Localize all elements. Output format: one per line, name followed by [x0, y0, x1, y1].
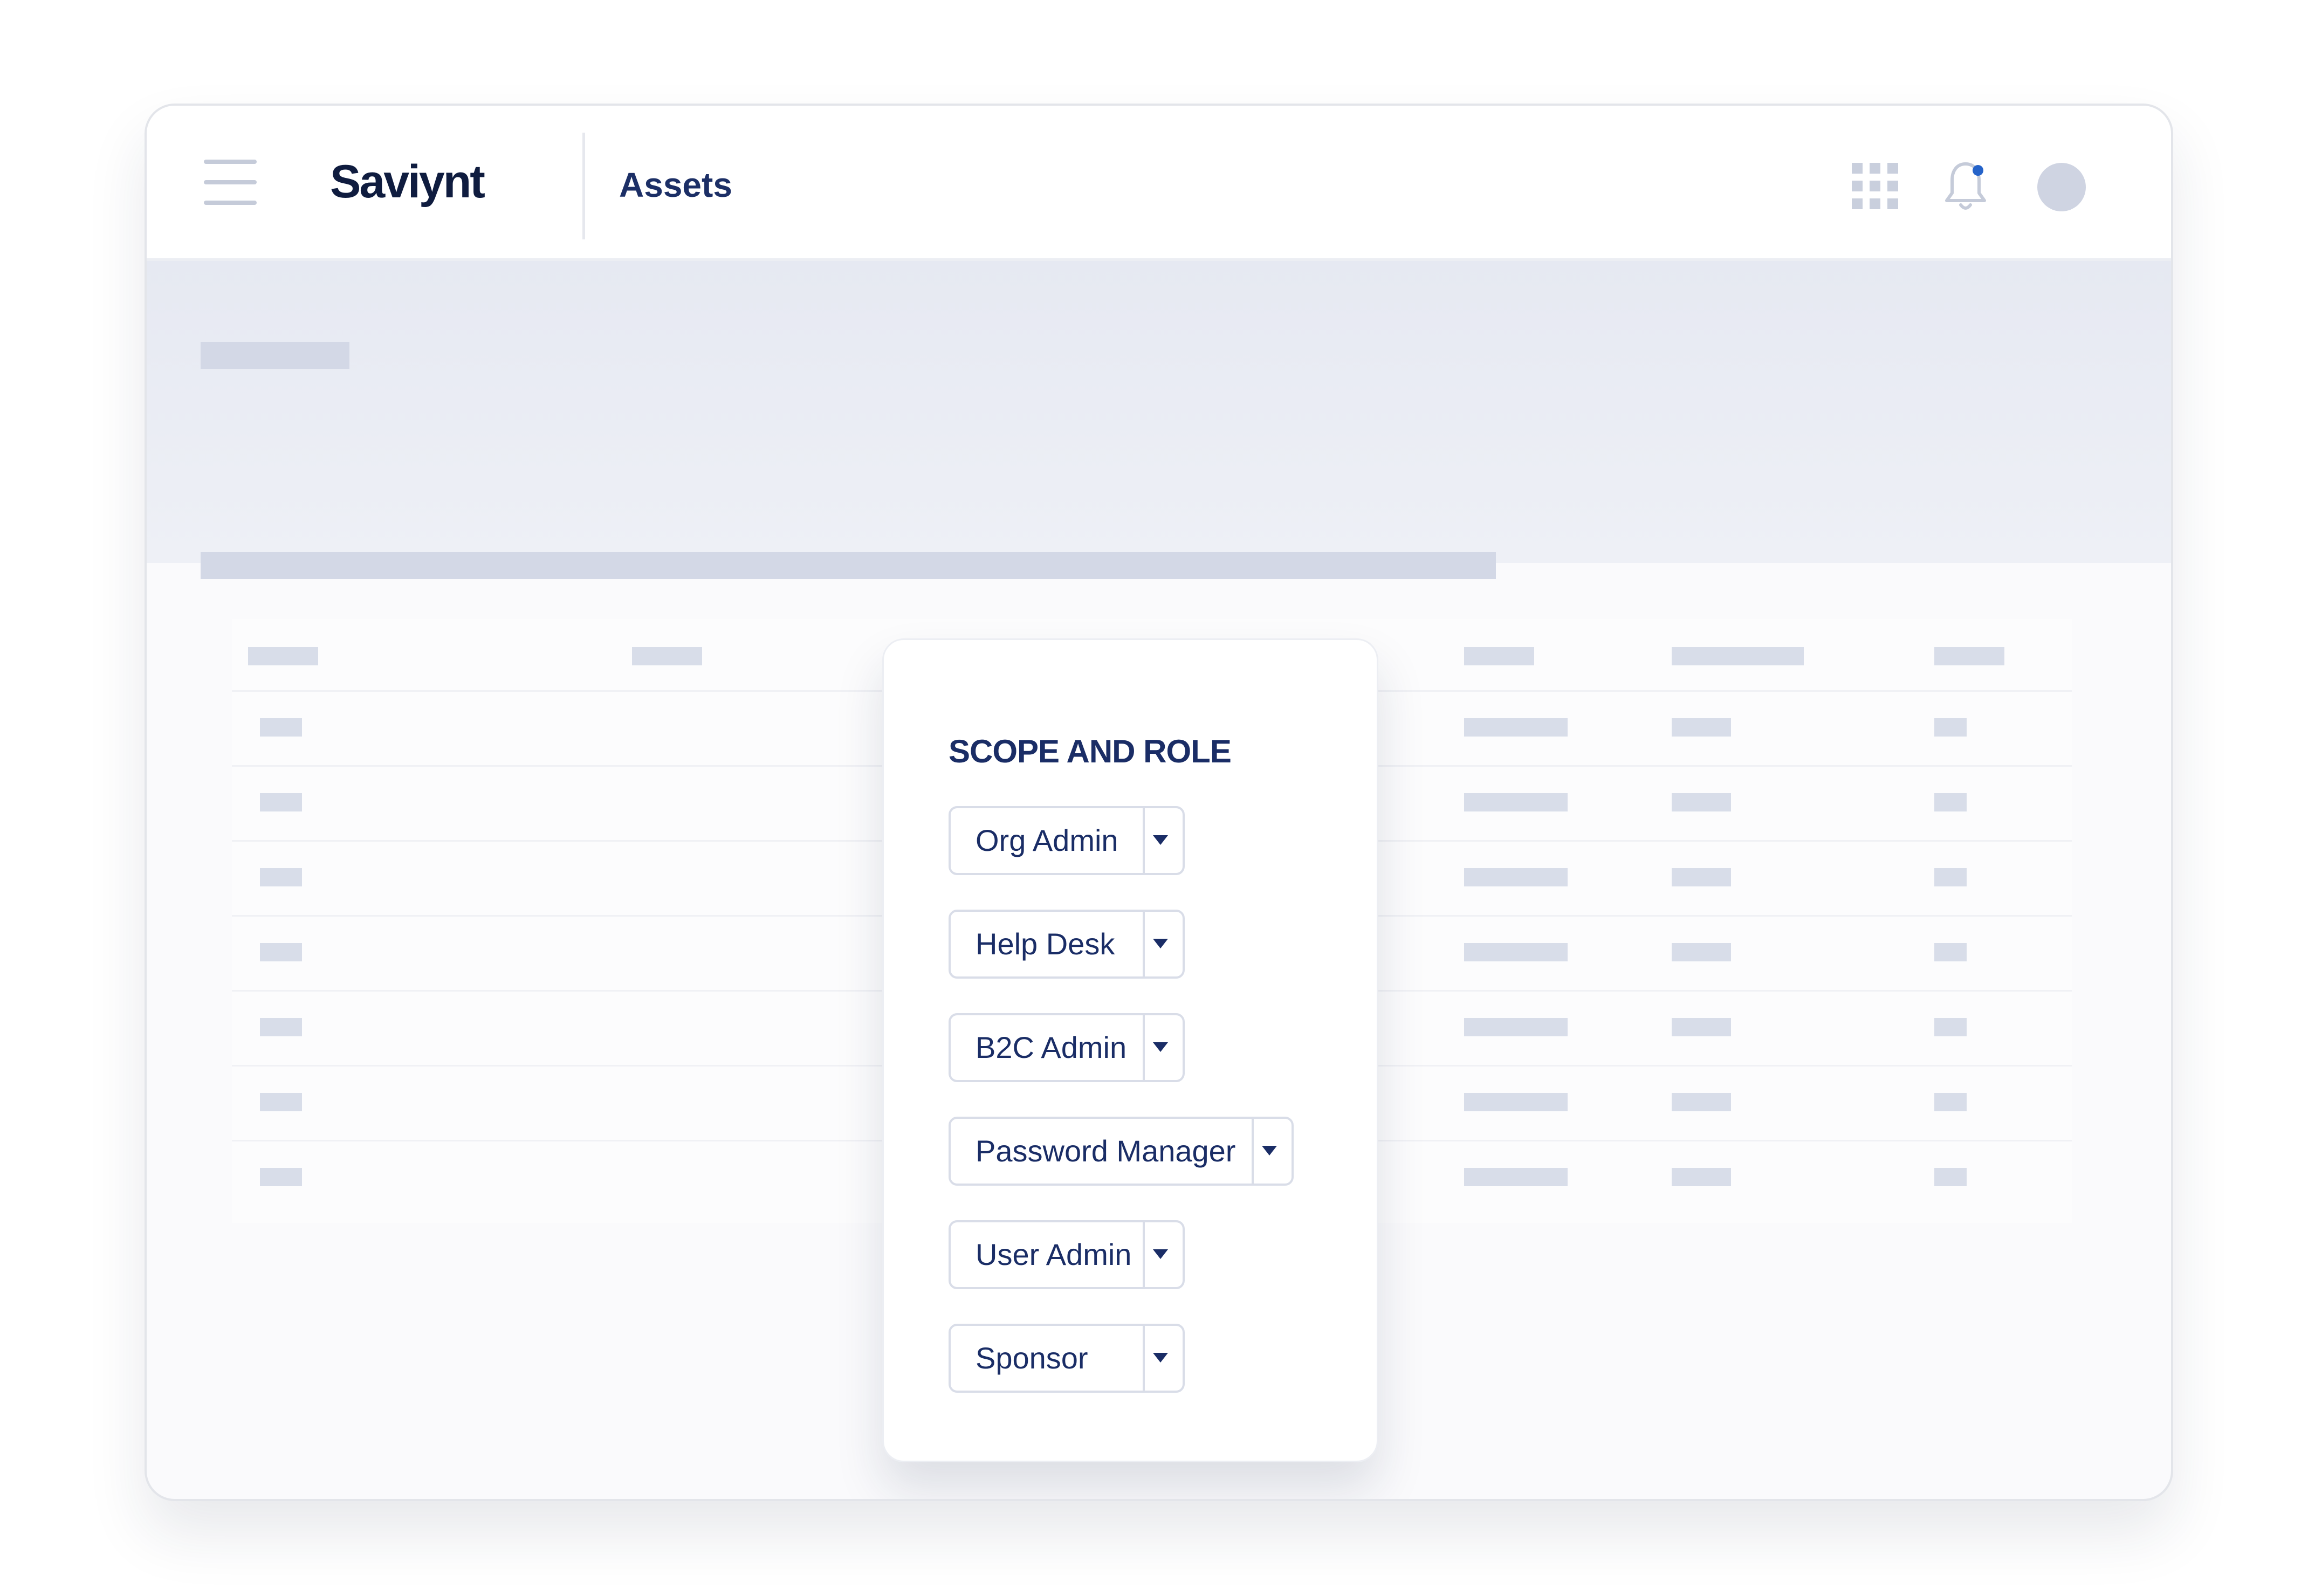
page-banner — [147, 261, 2171, 579]
table-header-cell — [632, 647, 702, 665]
scope-role-title: SCOPE AND ROLE — [949, 733, 1232, 769]
role-dropdown-help-desk[interactable]: Help Desk — [949, 910, 1185, 979]
dropdown-label: User Admin — [976, 1237, 1132, 1271]
chevron-down-icon[interactable] — [1153, 939, 1168, 948]
table-header-cell — [1672, 647, 1804, 665]
app-window: Saviynt Assets SCOPE AND ROLE Org Admin … — [145, 104, 2173, 1501]
role-dropdown-password-manager[interactable]: Password Manager — [949, 1117, 1294, 1186]
chevron-down-icon[interactable] — [1153, 1353, 1168, 1363]
dropdown-label: B2C Admin — [976, 1030, 1127, 1064]
role-dropdown-user-admin[interactable]: User Admin — [949, 1220, 1185, 1289]
brand-logo: Saviynt — [330, 156, 485, 208]
scope-role-card: SCOPE AND ROLE Org Admin Help Desk B2C A… — [882, 638, 1378, 1462]
role-dropdown-sponsor[interactable]: Sponsor — [949, 1324, 1185, 1393]
apps-grid-icon[interactable] — [1852, 163, 1898, 209]
role-dropdown-org-admin[interactable]: Org Admin — [949, 806, 1185, 875]
top-header: Saviynt Assets — [147, 106, 2171, 261]
table-header-cell — [1464, 647, 1534, 665]
page-title: Assets — [619, 166, 732, 204]
bell-icon[interactable] — [1941, 160, 1990, 214]
header-divider — [582, 133, 585, 239]
chevron-down-icon[interactable] — [1153, 1249, 1168, 1259]
dropdown-label: Help Desk — [976, 927, 1115, 961]
chevron-down-icon[interactable] — [1262, 1146, 1277, 1155]
role-dropdown-b2c-admin[interactable]: B2C Admin — [949, 1013, 1185, 1082]
banner-text-placeholder — [201, 552, 1496, 579]
avatar[interactable] — [2037, 163, 2086, 211]
table-header-cell — [248, 647, 318, 665]
chevron-down-icon[interactable] — [1153, 835, 1168, 845]
chevron-down-icon[interactable] — [1153, 1042, 1168, 1052]
dropdown-label: Password Manager — [976, 1134, 1236, 1168]
dropdown-label: Sponsor — [976, 1341, 1088, 1375]
dropdown-label: Org Admin — [976, 823, 1118, 857]
table-header-cell — [1934, 647, 2004, 665]
banner-heading-placeholder — [201, 342, 349, 369]
menu-icon[interactable] — [204, 160, 257, 205]
